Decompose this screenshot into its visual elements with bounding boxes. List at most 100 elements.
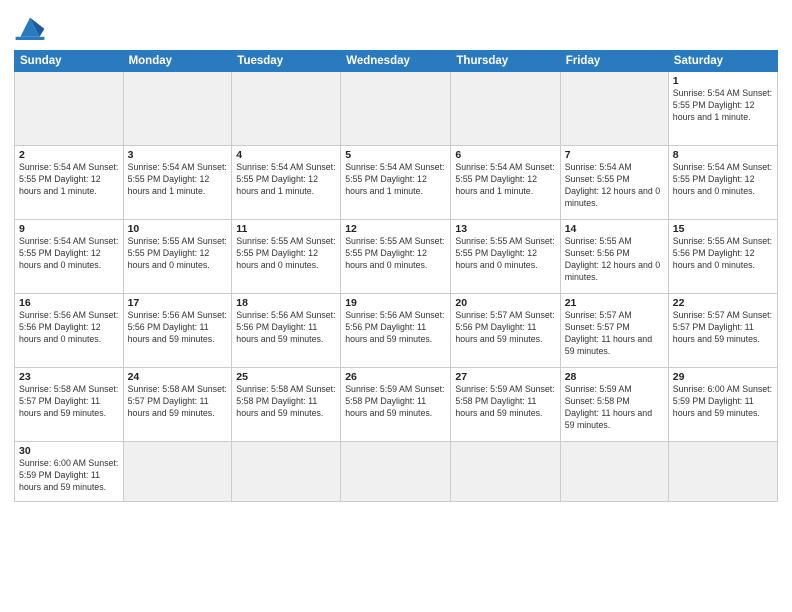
- day-number: 30: [19, 445, 119, 457]
- week-row-1: 2Sunrise: 5:54 AM Sunset: 5:55 PM Daylig…: [15, 146, 778, 220]
- calendar-cell: 24Sunrise: 5:58 AM Sunset: 5:57 PM Dayli…: [123, 368, 232, 442]
- calendar-cell: [232, 442, 341, 502]
- calendar-cell: 23Sunrise: 5:58 AM Sunset: 5:57 PM Dayli…: [15, 368, 124, 442]
- calendar-cell: [560, 72, 668, 146]
- calendar-cell: 1Sunrise: 5:54 AM Sunset: 5:55 PM Daylig…: [668, 72, 777, 146]
- day-number: 15: [673, 223, 773, 235]
- day-number: 13: [455, 223, 555, 235]
- weekday-thursday: Thursday: [451, 51, 560, 72]
- calendar-cell: 11Sunrise: 5:55 AM Sunset: 5:55 PM Dayli…: [232, 220, 341, 294]
- calendar-cell: 6Sunrise: 5:54 AM Sunset: 5:55 PM Daylig…: [451, 146, 560, 220]
- calendar-cell: 25Sunrise: 5:58 AM Sunset: 5:58 PM Dayli…: [232, 368, 341, 442]
- calendar-cell: 14Sunrise: 5:55 AM Sunset: 5:56 PM Dayli…: [560, 220, 668, 294]
- day-number: 5: [345, 149, 446, 161]
- calendar-cell: 10Sunrise: 5:55 AM Sunset: 5:55 PM Dayli…: [123, 220, 232, 294]
- day-number: 20: [455, 297, 555, 309]
- day-number: 17: [128, 297, 228, 309]
- calendar: SundayMondayTuesdayWednesdayThursdayFrid…: [14, 50, 778, 502]
- calendar-cell: [668, 442, 777, 502]
- calendar-cell: [341, 442, 451, 502]
- day-info: Sunrise: 5:56 AM Sunset: 5:56 PM Dayligh…: [345, 310, 446, 346]
- calendar-cell: 26Sunrise: 5:59 AM Sunset: 5:58 PM Dayli…: [341, 368, 451, 442]
- day-info: Sunrise: 5:54 AM Sunset: 5:55 PM Dayligh…: [345, 162, 446, 198]
- calendar-cell: 17Sunrise: 5:56 AM Sunset: 5:56 PM Dayli…: [123, 294, 232, 368]
- day-number: 8: [673, 149, 773, 161]
- weekday-friday: Friday: [560, 51, 668, 72]
- logo-icon: [14, 14, 46, 42]
- weekday-saturday: Saturday: [668, 51, 777, 72]
- day-number: 11: [236, 223, 336, 235]
- calendar-cell: 20Sunrise: 5:57 AM Sunset: 5:56 PM Dayli…: [451, 294, 560, 368]
- day-info: Sunrise: 5:54 AM Sunset: 5:55 PM Dayligh…: [565, 162, 664, 210]
- calendar-cell: 15Sunrise: 5:55 AM Sunset: 5:56 PM Dayli…: [668, 220, 777, 294]
- calendar-cell: 27Sunrise: 5:59 AM Sunset: 5:58 PM Dayli…: [451, 368, 560, 442]
- calendar-cell: 29Sunrise: 6:00 AM Sunset: 5:59 PM Dayli…: [668, 368, 777, 442]
- day-info: Sunrise: 5:56 AM Sunset: 5:56 PM Dayligh…: [236, 310, 336, 346]
- day-info: Sunrise: 5:54 AM Sunset: 5:55 PM Dayligh…: [128, 162, 228, 198]
- day-info: Sunrise: 5:59 AM Sunset: 5:58 PM Dayligh…: [455, 384, 555, 420]
- calendar-cell: 12Sunrise: 5:55 AM Sunset: 5:55 PM Dayli…: [341, 220, 451, 294]
- calendar-cell: 19Sunrise: 5:56 AM Sunset: 5:56 PM Dayli…: [341, 294, 451, 368]
- day-info: Sunrise: 5:58 AM Sunset: 5:57 PM Dayligh…: [19, 384, 119, 420]
- calendar-cell: 13Sunrise: 5:55 AM Sunset: 5:55 PM Dayli…: [451, 220, 560, 294]
- day-info: Sunrise: 5:56 AM Sunset: 5:56 PM Dayligh…: [19, 310, 119, 346]
- day-number: 25: [236, 371, 336, 383]
- day-number: 23: [19, 371, 119, 383]
- day-number: 27: [455, 371, 555, 383]
- day-info: Sunrise: 6:00 AM Sunset: 5:59 PM Dayligh…: [673, 384, 773, 420]
- week-row-5: 30Sunrise: 6:00 AM Sunset: 5:59 PM Dayli…: [15, 442, 778, 502]
- day-info: Sunrise: 5:58 AM Sunset: 5:57 PM Dayligh…: [128, 384, 228, 420]
- day-info: Sunrise: 5:57 AM Sunset: 5:57 PM Dayligh…: [565, 310, 664, 358]
- calendar-cell: 8Sunrise: 5:54 AM Sunset: 5:55 PM Daylig…: [668, 146, 777, 220]
- calendar-cell: [560, 442, 668, 502]
- day-info: Sunrise: 5:59 AM Sunset: 5:58 PM Dayligh…: [565, 384, 664, 432]
- day-number: 6: [455, 149, 555, 161]
- calendar-cell: 28Sunrise: 5:59 AM Sunset: 5:58 PM Dayli…: [560, 368, 668, 442]
- day-number: 12: [345, 223, 446, 235]
- day-info: Sunrise: 5:55 AM Sunset: 5:56 PM Dayligh…: [565, 236, 664, 284]
- weekday-wednesday: Wednesday: [341, 51, 451, 72]
- page: SundayMondayTuesdayWednesdayThursdayFrid…: [0, 0, 792, 612]
- day-number: 18: [236, 297, 336, 309]
- day-number: 2: [19, 149, 119, 161]
- day-number: 24: [128, 371, 228, 383]
- day-number: 29: [673, 371, 773, 383]
- day-number: 3: [128, 149, 228, 161]
- day-number: 21: [565, 297, 664, 309]
- day-info: Sunrise: 5:57 AM Sunset: 5:57 PM Dayligh…: [673, 310, 773, 346]
- day-info: Sunrise: 5:54 AM Sunset: 5:55 PM Dayligh…: [236, 162, 336, 198]
- week-row-2: 9Sunrise: 5:54 AM Sunset: 5:55 PM Daylig…: [15, 220, 778, 294]
- calendar-cell: 9Sunrise: 5:54 AM Sunset: 5:55 PM Daylig…: [15, 220, 124, 294]
- calendar-cell: [123, 72, 232, 146]
- calendar-cell: [451, 72, 560, 146]
- day-number: 7: [565, 149, 664, 161]
- day-info: Sunrise: 5:54 AM Sunset: 5:55 PM Dayligh…: [19, 236, 119, 272]
- week-row-4: 23Sunrise: 5:58 AM Sunset: 5:57 PM Dayli…: [15, 368, 778, 442]
- calendar-cell: 2Sunrise: 5:54 AM Sunset: 5:55 PM Daylig…: [15, 146, 124, 220]
- day-info: Sunrise: 6:00 AM Sunset: 5:59 PM Dayligh…: [19, 458, 119, 494]
- calendar-cell: 18Sunrise: 5:56 AM Sunset: 5:56 PM Dayli…: [232, 294, 341, 368]
- day-info: Sunrise: 5:55 AM Sunset: 5:55 PM Dayligh…: [128, 236, 228, 272]
- weekday-sunday: Sunday: [15, 51, 124, 72]
- day-number: 1: [673, 75, 773, 87]
- calendar-cell: [341, 72, 451, 146]
- calendar-cell: 30Sunrise: 6:00 AM Sunset: 5:59 PM Dayli…: [15, 442, 124, 502]
- day-info: Sunrise: 5:54 AM Sunset: 5:55 PM Dayligh…: [19, 162, 119, 198]
- calendar-cell: 4Sunrise: 5:54 AM Sunset: 5:55 PM Daylig…: [232, 146, 341, 220]
- day-info: Sunrise: 5:55 AM Sunset: 5:55 PM Dayligh…: [455, 236, 555, 272]
- calendar-cell: 21Sunrise: 5:57 AM Sunset: 5:57 PM Dayli…: [560, 294, 668, 368]
- header: [14, 10, 778, 42]
- day-number: 26: [345, 371, 446, 383]
- day-info: Sunrise: 5:55 AM Sunset: 5:55 PM Dayligh…: [236, 236, 336, 272]
- weekday-tuesday: Tuesday: [232, 51, 341, 72]
- calendar-cell: 22Sunrise: 5:57 AM Sunset: 5:57 PM Dayli…: [668, 294, 777, 368]
- day-info: Sunrise: 5:54 AM Sunset: 5:55 PM Dayligh…: [673, 162, 773, 198]
- day-number: 10: [128, 223, 228, 235]
- calendar-cell: 5Sunrise: 5:54 AM Sunset: 5:55 PM Daylig…: [341, 146, 451, 220]
- week-row-3: 16Sunrise: 5:56 AM Sunset: 5:56 PM Dayli…: [15, 294, 778, 368]
- day-number: 4: [236, 149, 336, 161]
- day-info: Sunrise: 5:55 AM Sunset: 5:55 PM Dayligh…: [345, 236, 446, 272]
- day-info: Sunrise: 5:58 AM Sunset: 5:58 PM Dayligh…: [236, 384, 336, 420]
- day-number: 28: [565, 371, 664, 383]
- calendar-cell: 3Sunrise: 5:54 AM Sunset: 5:55 PM Daylig…: [123, 146, 232, 220]
